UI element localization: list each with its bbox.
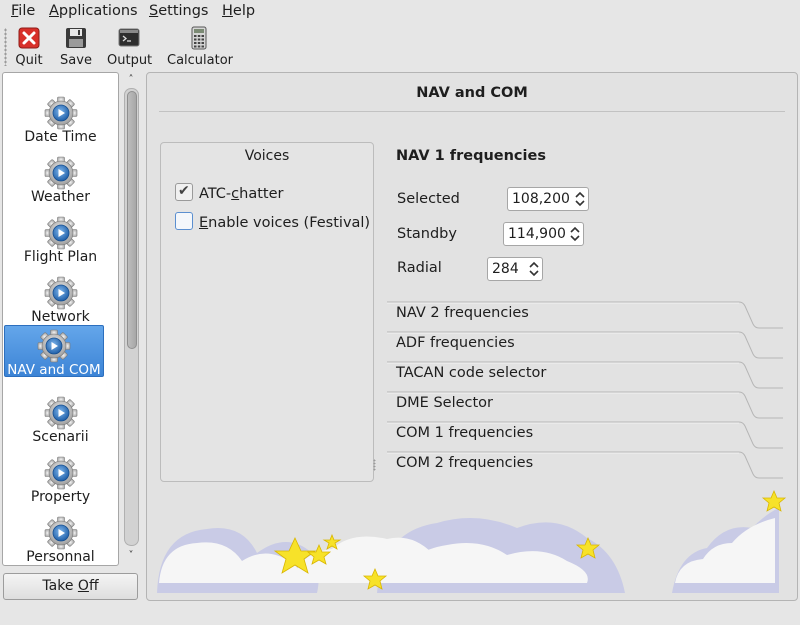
radial-value: 284 xyxy=(492,261,519,277)
enable-voices-checkbox-row[interactable]: Enable voices (Festival) xyxy=(175,212,370,231)
section-dme-selector[interactable]: DME Selector xyxy=(387,391,783,421)
enable-voices-checkbox[interactable] xyxy=(175,212,193,230)
standby-label: Standby xyxy=(397,226,457,242)
section-label: COM 1 frequencies xyxy=(396,425,534,441)
gear-icon xyxy=(44,216,78,250)
chevron-down-icon[interactable]: ˅ xyxy=(123,550,139,562)
sidebar-item-date-time[interactable]: Date Time xyxy=(3,85,118,145)
gear-icon xyxy=(44,276,78,310)
sidebar-item-label: Date Time xyxy=(24,129,97,145)
floppy-disk-icon xyxy=(64,26,88,50)
scroll-thumb[interactable] xyxy=(127,91,137,349)
quit-icon xyxy=(17,26,41,50)
radial-spinbox[interactable]: 284 xyxy=(487,257,543,281)
sidebar: Date Time Weather Flight Plan Network NA… xyxy=(2,72,119,566)
section-label: COM 2 frequencies xyxy=(396,455,534,471)
quit-button[interactable]: Quit xyxy=(14,26,44,68)
spin-arrows-icon[interactable] xyxy=(575,190,585,208)
save-button[interactable]: Save xyxy=(59,26,93,68)
check-icon: ✔ xyxy=(178,183,190,199)
gear-icon xyxy=(44,156,78,190)
menu-help[interactable]: Help xyxy=(222,3,255,19)
enable-voices-mnemonic: E xyxy=(199,215,209,231)
calculator-button[interactable]: Calculator xyxy=(167,26,234,68)
gear-icon xyxy=(44,396,78,430)
sidebar-item-nav-and-com[interactable]: NAV and COM xyxy=(4,325,104,378)
sidebar-scrollbar[interactable]: ˄ ˅ xyxy=(123,72,139,566)
menu-applications[interactable]: Applications xyxy=(49,3,138,19)
atc-chatter-label-rest: hatter xyxy=(239,186,284,202)
calculator-icon xyxy=(187,26,211,50)
gear-icon xyxy=(44,96,78,130)
section-label: DME Selector xyxy=(396,395,494,411)
sidebar-item-label: Personnal xyxy=(26,549,95,565)
section-nav2-frequencies[interactable]: NAV 2 frequencies xyxy=(387,301,783,331)
standby-frequency-value: 114,900 xyxy=(508,226,566,242)
section-tacan-code-selector[interactable]: TACAN code selector xyxy=(387,361,783,391)
title-divider xyxy=(159,111,785,112)
take-off-label-rest: ff xyxy=(88,578,99,594)
output-label: Output xyxy=(107,53,153,68)
spin-arrows-icon[interactable] xyxy=(529,260,539,278)
sidebar-item-personnal[interactable]: Personnal xyxy=(3,505,118,565)
voices-title: Voices xyxy=(244,148,290,164)
section-com2-frequencies[interactable]: COM 2 frequencies xyxy=(387,451,783,481)
page-title: NAV and COM xyxy=(416,85,528,101)
spin-arrows-icon[interactable] xyxy=(570,225,580,243)
menubar: File Applications Settings Help xyxy=(0,0,800,24)
selected-frequency-value: 108,200 xyxy=(512,191,570,207)
sidebar-item-label: Property xyxy=(30,489,91,505)
selected-label: Selected xyxy=(397,191,460,207)
atc-chatter-checkbox-row[interactable]: ✔ ATC-chatter xyxy=(175,183,284,202)
sidebar-item-label: Scenarii xyxy=(32,429,89,445)
sidebar-item-flight-plan[interactable]: Flight Plan xyxy=(3,205,118,265)
calculator-label: Calculator xyxy=(167,53,234,68)
chevron-up-icon[interactable]: ˄ xyxy=(123,74,139,86)
standby-frequency-spinbox[interactable]: 114,900 xyxy=(503,222,584,246)
sidebar-item-weather[interactable]: Weather xyxy=(3,145,118,205)
sidebar-item-scenarii[interactable]: Scenarii xyxy=(3,385,118,445)
section-label: NAV 2 frequencies xyxy=(396,305,529,321)
atc-chatter-mnemonic: c xyxy=(231,186,240,202)
section-adf-frequencies[interactable]: ADF frequencies xyxy=(387,331,783,361)
output-button[interactable]: Output xyxy=(107,26,153,68)
gear-icon xyxy=(44,456,78,490)
selected-frequency-spinbox[interactable]: 108,200 xyxy=(507,187,589,211)
sidebar-item-label: Weather xyxy=(31,189,90,205)
voices-group: Voices ✔ ATC-chatter Enable voices (Festi… xyxy=(160,142,374,482)
radial-label: Radial xyxy=(397,260,442,276)
section-label: ADF frequencies xyxy=(396,335,515,351)
enable-voices-label: nable voices (Festival) xyxy=(208,215,371,231)
scroll-track[interactable] xyxy=(124,88,139,546)
menu-file[interactable]: File xyxy=(11,3,35,19)
quit-label: Quit xyxy=(15,53,43,68)
sidebar-item-network[interactable]: Network xyxy=(3,265,118,325)
main-panel: NAV and COM Voices ✔ ATC-chatter Enable v… xyxy=(146,72,798,601)
take-off-label: Take xyxy=(42,578,78,594)
sidebar-item-label: Network xyxy=(31,309,90,325)
clouds-illustration xyxy=(157,489,787,593)
gear-icon xyxy=(37,329,71,363)
take-off-button[interactable]: Take Off xyxy=(3,573,138,600)
splitter-handle[interactable] xyxy=(373,459,376,471)
nav1-heading: NAV 1 frequencies xyxy=(396,148,546,164)
toolbar: Quit Save Output Calculator xyxy=(0,24,800,72)
sidebar-item-property[interactable]: Property xyxy=(3,445,118,505)
sidebar-item-label: NAV and COM xyxy=(7,362,101,378)
terminal-icon xyxy=(117,26,141,50)
gear-icon xyxy=(44,516,78,550)
save-label: Save xyxy=(60,53,92,68)
atc-chatter-checkbox[interactable]: ✔ xyxy=(175,183,193,201)
sidebar-item-label: Flight Plan xyxy=(23,249,98,265)
section-com1-frequencies[interactable]: COM 1 frequencies xyxy=(387,421,783,451)
menu-settings[interactable]: Settings xyxy=(149,3,209,19)
atc-chatter-label: ATC- xyxy=(199,186,232,202)
take-off-mnemonic: O xyxy=(77,578,89,594)
section-label: TACAN code selector xyxy=(396,365,547,381)
